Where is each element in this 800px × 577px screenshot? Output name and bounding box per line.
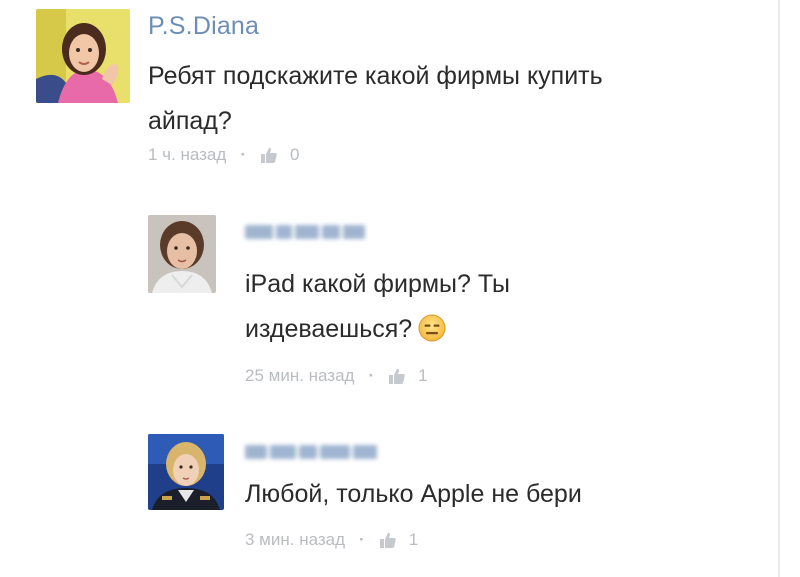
comment-text-line: айпад?: [148, 107, 232, 135]
comment-timestamp[interactable]: 25 мин. назад: [245, 366, 354, 386]
comment-timestamp[interactable]: 3 мин. назад: [245, 530, 345, 550]
comment-meta: 1 ч. назад · 0: [148, 145, 299, 165]
comment-text-line: iPad какой фирмы? Ты: [245, 270, 510, 298]
comments-thread: P.S.Diana Ребят подскажите какой фирмы к…: [0, 0, 780, 577]
comment-text-line: Ребят подскажите какой фирмы купить: [148, 62, 603, 90]
like-icon[interactable]: [260, 146, 278, 164]
like-count: 0: [289, 145, 300, 164]
avatar-diana[interactable]: [36, 9, 130, 103]
like-icon[interactable]: [379, 531, 397, 549]
avatar-user-3[interactable]: [148, 434, 224, 510]
comment-meta: 25 мин. назад · 1: [245, 366, 428, 386]
like-icon[interactable]: [388, 367, 406, 385]
comment-author[interactable]: P.S.Diana: [148, 12, 259, 41]
meta-separator: ·: [359, 530, 365, 549]
expressionless-face-icon: [418, 314, 446, 342]
meta-separator: ·: [240, 145, 246, 164]
comment-author-blurred[interactable]: [245, 222, 365, 242]
comment-meta: 3 мин. назад · 1: [245, 530, 418, 550]
comment-author-blurred[interactable]: [245, 442, 377, 462]
like-count: 1: [408, 530, 419, 549]
like-count: 1: [418, 366, 428, 385]
avatar-user-2[interactable]: [148, 215, 216, 293]
meta-separator: ·: [368, 366, 375, 385]
comment-text-line-with-emoji: издеваешься?: [245, 307, 446, 352]
comment-text-line: Любой, только Apple не бери: [245, 480, 582, 508]
comment-timestamp[interactable]: 1 ч. назад: [148, 145, 226, 165]
